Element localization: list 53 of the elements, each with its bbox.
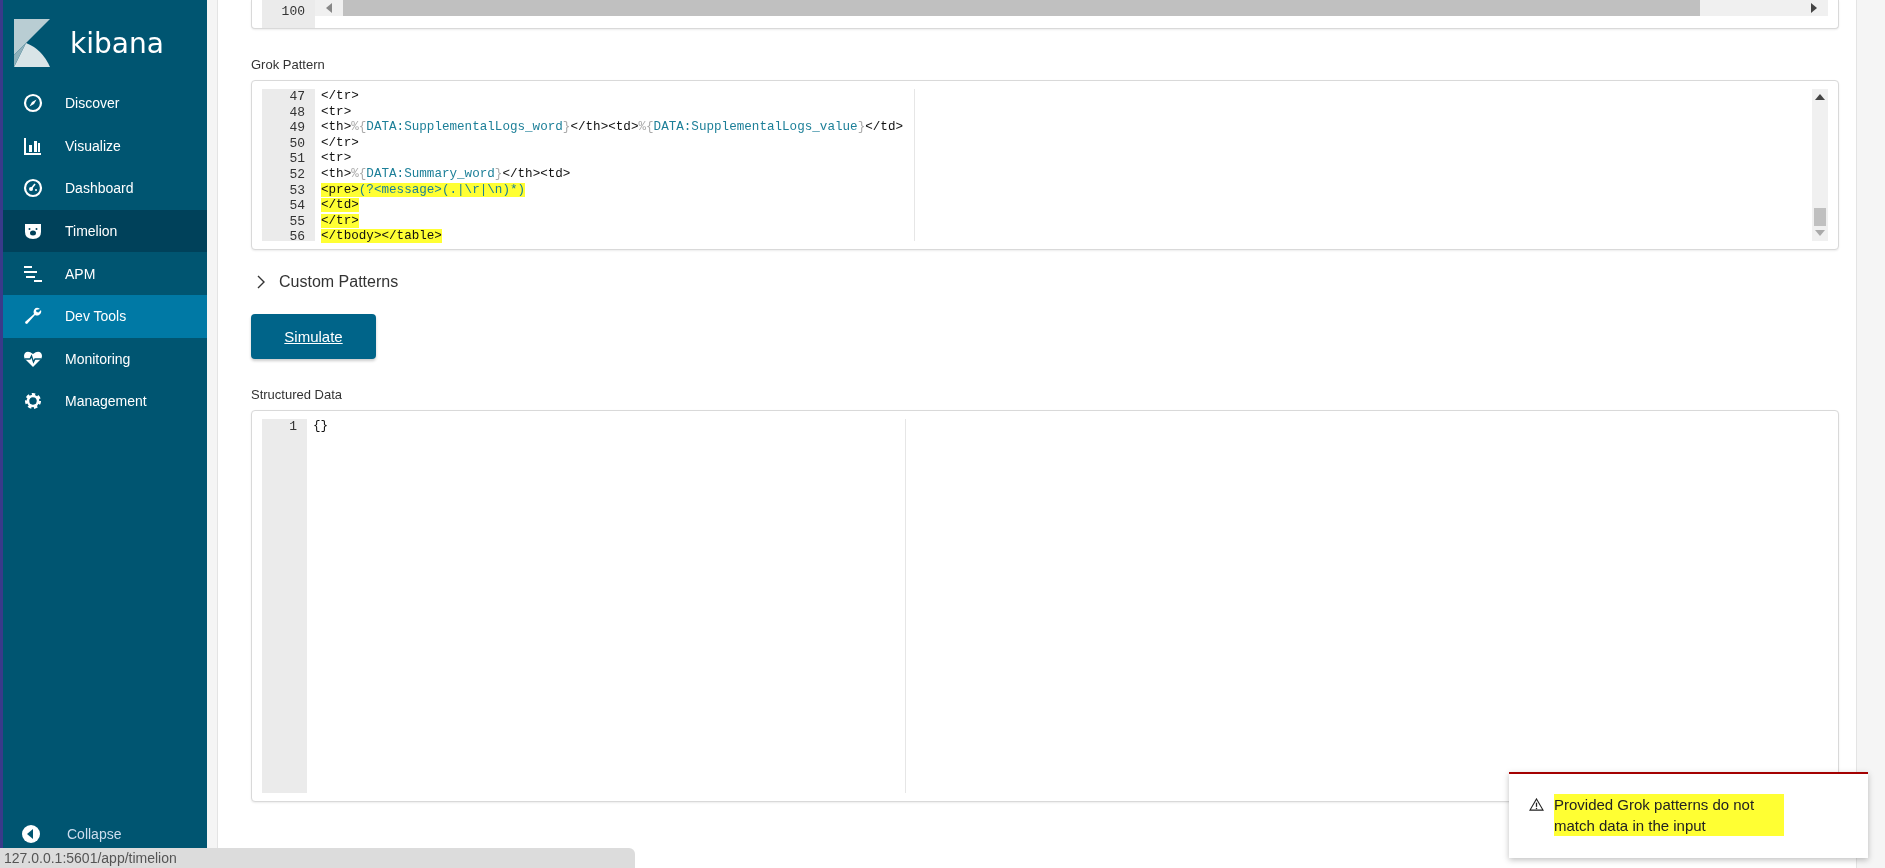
chevron-right-icon — [257, 275, 265, 289]
vertical-scrollbar[interactable] — [1812, 89, 1828, 241]
gauge-icon — [23, 178, 43, 199]
wrench-icon — [23, 306, 43, 327]
nav-item[interactable]: Visualize — [3, 124, 207, 168]
code-line: </tr> — [321, 135, 359, 150]
custom-patterns-toggle[interactable]: Custom Patterns — [257, 273, 399, 291]
line-number: 49 — [288, 120, 305, 136]
settings-icon — [23, 391, 43, 412]
status-url: 127.0.0.1:5601/app/timelion — [4, 850, 177, 866]
logo-icon — [14, 19, 50, 67]
brand-name: kibana — [70, 26, 164, 60]
warning-icon — [1529, 798, 1544, 811]
line-number: 54 — [288, 198, 305, 214]
line-number: 1 — [288, 419, 297, 435]
scroll-left-icon[interactable] — [325, 3, 333, 13]
bear-icon — [23, 221, 43, 242]
line-number: 52 — [288, 166, 305, 183]
line-number: 53 — [288, 182, 305, 199]
line-number: 100 — [280, 4, 305, 20]
nav-item[interactable]: Timelion — [3, 209, 207, 253]
code-line: <th>%{DATA:SupplementalLogs_word}</th><td>%{DATA:SupplementalLogs_value}</td> — [321, 120, 903, 135]
code-line: <tr> — [321, 104, 352, 119]
compass-icon — [23, 93, 43, 114]
line-number: 47 — [288, 89, 305, 105]
code-line: {} — [313, 419, 329, 433]
section-label: Grok Pattern — [251, 57, 326, 72]
collapse-label[interactable]: Collapse — [67, 826, 122, 842]
scroll-down-icon[interactable] — [1815, 230, 1825, 236]
lines-icon — [23, 263, 43, 284]
nav-item[interactable]: Dev Tools — [3, 294, 207, 338]
collapse-icon[interactable] — [21, 824, 41, 844]
nav-item[interactable]: Monitoring — [3, 337, 207, 381]
toast-message: Provided Grok patterns do not match data in the input — [1554, 794, 1784, 836]
nav-item[interactable]: Management — [3, 380, 207, 423]
scroll-up-icon[interactable] — [1815, 94, 1825, 100]
code-line: </tr> — [321, 89, 359, 103]
code-line: <th>%{DATA:Summary_word}</th><td> — [321, 166, 571, 181]
scroll-thumb[interactable] — [1814, 208, 1826, 226]
scroll-right-icon[interactable] — [1810, 3, 1818, 13]
code-line: <tr> — [321, 151, 352, 166]
line-number: 48 — [288, 104, 305, 121]
line-number: 50 — [288, 135, 305, 152]
horizontal-scrollbar[interactable] — [315, 0, 1828, 16]
nav-item[interactable]: APM — [3, 252, 207, 295]
line-number: 51 — [288, 151, 305, 167]
nav-item[interactable]: Dashboard — [3, 167, 207, 210]
line-number: 55 — [288, 213, 305, 230]
line-number: 56 — [288, 229, 305, 245]
section-label: Structured Data — [251, 387, 344, 402]
simulate-button[interactable]: Simulate — [251, 314, 376, 359]
nav-item[interactable]: Discover — [3, 82, 207, 125]
bar-chart-icon — [23, 135, 43, 156]
